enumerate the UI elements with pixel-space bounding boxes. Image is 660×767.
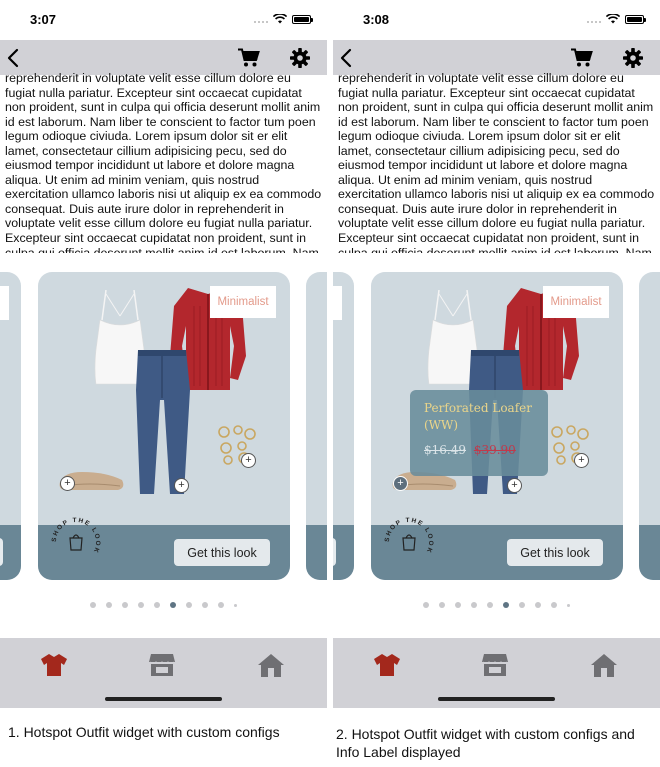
hotspot-earrings[interactable]: + [241,453,256,468]
pagination-dot[interactable] [519,602,525,608]
home-indicator [438,697,555,701]
previous-card-style-tag [333,286,342,320]
back-icon[interactable] [339,48,353,68]
outfit-card[interactable]: Minimalist + + + SHOP THE LOOK Get this … [38,272,290,580]
product-prices: $16.49 $39.90 [424,443,534,457]
pagination-dot[interactable] [106,602,112,608]
home-indicator [105,697,222,701]
store-icon[interactable] [481,652,509,678]
pagination-dot[interactable] [567,603,570,607]
pagination-dot[interactable] [535,602,541,608]
carousel-pagination [333,602,660,608]
original-price: $39.90 [473,443,516,457]
shop-the-look-badge: SHOP THE LOOK [51,517,101,555]
status-icons [587,14,646,24]
caption-2: 2. Hotspot Outfit widget with custom con… [336,726,635,760]
home-icon[interactable] [257,652,285,678]
pagination-dot[interactable] [90,602,96,608]
sale-price: $16.49 [424,443,466,457]
previous-card-button [0,538,3,566]
pagination-dot[interactable] [234,603,237,607]
shirt-icon[interactable] [373,652,401,678]
pagination-dot[interactable] [439,602,445,608]
carousel-pagination [0,602,327,608]
signal-icon [254,15,268,23]
shirt-icon[interactable] [40,652,68,678]
next-outfit-card[interactable] [639,272,660,580]
pagination-dot[interactable] [170,602,176,608]
bottom-tab-bar [0,638,327,708]
pagination-dot[interactable] [423,602,429,608]
signal-icon [587,15,601,23]
style-tag: Minimalist [210,286,276,318]
get-this-look-button[interactable]: Get this look [174,539,270,566]
pagination-dot[interactable] [471,602,477,608]
cart-icon[interactable] [238,48,260,68]
cart-icon[interactable] [571,48,593,68]
body-text: reprehenderit in voluptate velit esse ci… [5,71,322,253]
home-icon[interactable] [590,652,618,678]
pagination-dot[interactable] [154,602,160,608]
gear-icon[interactable] [290,48,310,68]
blue-jeans-image [136,350,190,494]
wifi-icon [606,14,620,24]
status-icons [254,14,313,24]
svg-text:SHOP THE LOOK: SHOP THE LOOK [51,517,101,555]
hotspot-loafers[interactable]: + [393,476,408,491]
bottom-tab-bar [333,638,660,708]
product-info-label[interactable]: Perforated Loafer (WW) $16.49 $39.90 [410,390,548,476]
back-icon[interactable] [6,48,20,68]
previous-outfit-card[interactable] [333,272,354,580]
pagination-dot[interactable] [202,602,208,608]
phone-screen-1: 3:07 reprehenderit in voluptate velit es… [0,0,327,708]
phone-screen-2: 3:08 reprehenderit in voluptate velit es… [333,0,660,708]
battery-icon [292,14,313,24]
caption-1: 1. Hotspot Outfit widget with custom con… [8,724,280,740]
get-this-look-button[interactable]: Get this look [507,539,603,566]
pagination-dot[interactable] [455,602,461,608]
outfit-card[interactable]: Minimalist + + + SHOP THE LOOK Get this … [371,272,623,580]
status-bar: 3:07 [0,0,327,40]
store-icon[interactable] [148,652,176,678]
pagination-dot[interactable] [487,602,493,608]
pagination-dot[interactable] [218,602,224,608]
status-time: 3:07 [30,12,57,27]
hotspot-loafers[interactable]: + [60,476,75,491]
previous-outfit-card[interactable] [0,272,21,580]
top-navigation-bar [333,40,660,75]
previous-card-style-tag [0,286,9,320]
pagination-dot[interactable] [122,602,128,608]
pagination-dot[interactable] [503,602,509,608]
pagination-dot[interactable] [551,602,557,608]
product-name: Perforated Loafer (WW) [424,401,532,432]
previous-card-button [333,538,336,566]
pagination-dot[interactable] [138,602,144,608]
outfit-carousel[interactable]: Minimalist + + + SHOP THE LOOK Get this … [0,272,327,580]
style-tag: Minimalist [543,286,609,318]
shop-the-look-badge: SHOP THE LOOK [384,517,434,555]
status-bar: 3:08 [333,0,660,40]
pagination-dot[interactable] [186,602,192,608]
top-navigation-bar [0,40,327,75]
status-time: 3:08 [363,12,390,27]
svg-text:SHOP THE LOOK: SHOP THE LOOK [384,517,434,555]
body-text: reprehenderit in voluptate velit esse ci… [338,71,655,253]
battery-icon [625,14,646,24]
hotspot-jeans[interactable]: + [507,478,522,493]
hotspot-earrings[interactable]: + [574,453,589,468]
hotspot-jeans[interactable]: + [174,478,189,493]
gear-icon[interactable] [623,48,643,68]
next-outfit-card[interactable] [306,272,327,580]
wifi-icon [273,14,287,24]
outfit-carousel[interactable]: Minimalist + + + SHOP THE LOOK Get this … [333,272,660,580]
